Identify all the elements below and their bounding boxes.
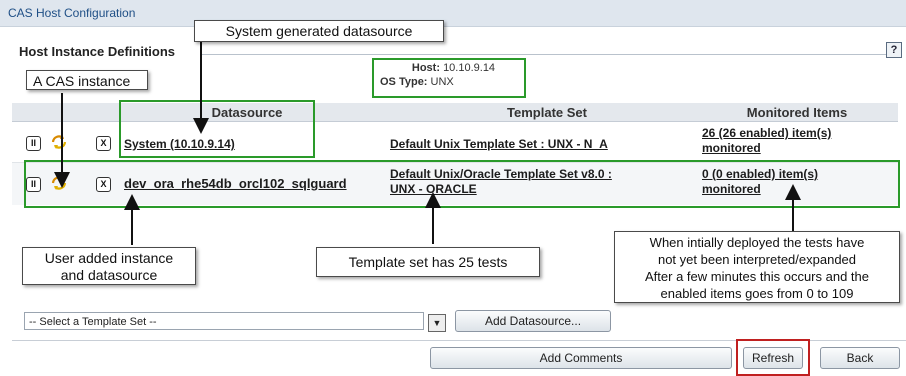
add-datasource-button[interactable]: Add Datasource... <box>455 310 611 332</box>
callout-deploy-note: When intially deployed the tests have no… <box>614 231 900 303</box>
callout-template-tests: Template set has 25 tests <box>316 247 540 277</box>
template-set-select[interactable]: -- Select a Template Set -- <box>24 312 424 330</box>
refresh-highlight <box>736 339 810 376</box>
callout-cas-instance: A CAS instance <box>26 70 148 90</box>
back-button[interactable]: Back <box>820 347 900 369</box>
callout-system-generated: System generated datasource <box>194 20 444 42</box>
callout-user-added: User added instance and datasource <box>22 247 196 285</box>
add-comments-button[interactable]: Add Comments <box>430 347 732 369</box>
chevron-down-icon[interactable]: ▼ <box>428 314 446 332</box>
